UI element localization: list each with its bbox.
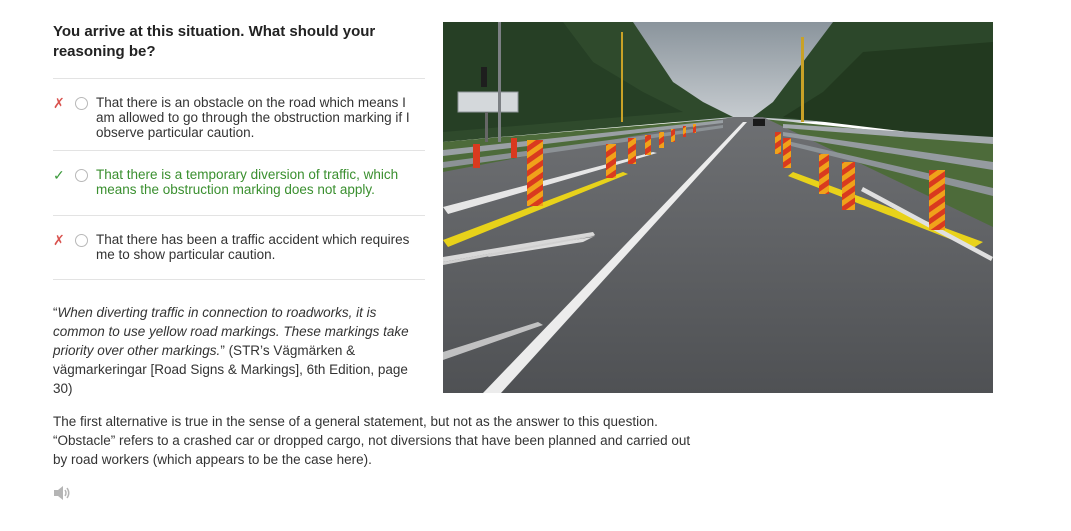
answer-text: That there has been a traffic accident w… <box>96 232 410 262</box>
answer-text: That there is an obstacle on the road wh… <box>96 95 410 140</box>
radio-button[interactable] <box>75 97 88 110</box>
answer-option-1[interactable]: ✗ That there is an obstacle on the road … <box>53 78 425 150</box>
radio-button[interactable] <box>75 234 88 247</box>
wrong-mark-icon: ✗ <box>53 95 65 111</box>
radio-button[interactable] <box>75 169 88 182</box>
answer-option-3[interactable]: ✗ That there has been a traffic accident… <box>53 215 425 280</box>
explanation-text: The first alternative is true in the sen… <box>53 414 691 467</box>
correct-mark-icon: ✓ <box>53 167 65 183</box>
speaker-icon[interactable] <box>53 485 71 501</box>
answer-option-2[interactable]: ✓ That there is a temporary diversion of… <box>53 150 425 215</box>
wrong-mark-icon: ✗ <box>53 232 65 248</box>
answer-list: ✗ That there is an obstacle on the road … <box>53 78 425 280</box>
question-text: You arrive at this situation. What shoul… <box>53 23 376 60</box>
answer-text: That there is a temporary diversion of t… <box>96 167 399 197</box>
road-scene-photo <box>443 22 993 393</box>
explanation-quote: “When diverting traffic in connection to… <box>53 303 423 398</box>
